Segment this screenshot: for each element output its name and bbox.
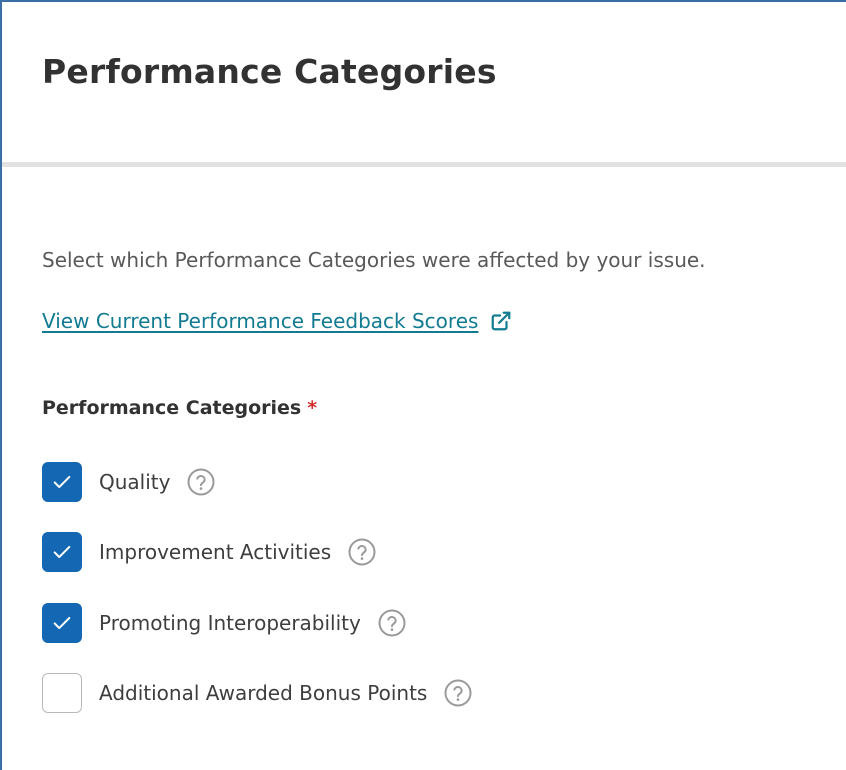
question-circle-icon[interactable] — [377, 608, 407, 638]
category-option-quality[interactable]: Quality — [42, 461, 216, 503]
question-circle-icon[interactable] — [186, 467, 216, 497]
header-divider — [2, 162, 846, 167]
checkmark-icon — [53, 545, 71, 559]
option-label: Promoting Interoperability — [99, 611, 361, 635]
question-circle-icon[interactable] — [347, 537, 377, 567]
page-title: Performance Categories — [42, 52, 497, 91]
form-panel: Performance Categories Select which Perf… — [0, 0, 846, 770]
improvement-activities-checkbox[interactable] — [42, 532, 82, 572]
option-label: Quality — [99, 470, 171, 494]
option-label: Improvement Activities — [99, 540, 332, 564]
external-link-icon — [492, 311, 511, 331]
view-feedback-scores-link[interactable]: View Current Performance Feedback Scores — [42, 309, 512, 333]
performance-categories-label: Performance Categories * — [42, 397, 317, 419]
category-option-additional-bonus-points[interactable]: Additional Awarded Bonus Points — [42, 672, 473, 714]
promoting-interoperability-checkbox[interactable] — [42, 603, 82, 643]
question-circle-icon[interactable] — [443, 678, 473, 708]
panel-header: Performance Categories — [2, 2, 846, 162]
option-label: Additional Awarded Bonus Points — [99, 681, 428, 705]
checkmark-icon — [53, 475, 71, 489]
quality-checkbox[interactable] — [42, 462, 82, 502]
instruction-text: Select which Performance Categories were… — [42, 248, 706, 272]
checkmark-icon — [53, 616, 71, 630]
category-option-improvement-activities[interactable]: Improvement Activities — [42, 531, 377, 573]
required-asterisk: * — [307, 397, 318, 419]
feedback-link-label: View Current Performance Feedback Scores — [42, 309, 479, 333]
category-option-promoting-interoperability[interactable]: Promoting Interoperability — [42, 602, 407, 644]
additional-bonus-points-checkbox[interactable] — [42, 673, 82, 713]
section-label-text: Performance Categories — [42, 397, 302, 419]
